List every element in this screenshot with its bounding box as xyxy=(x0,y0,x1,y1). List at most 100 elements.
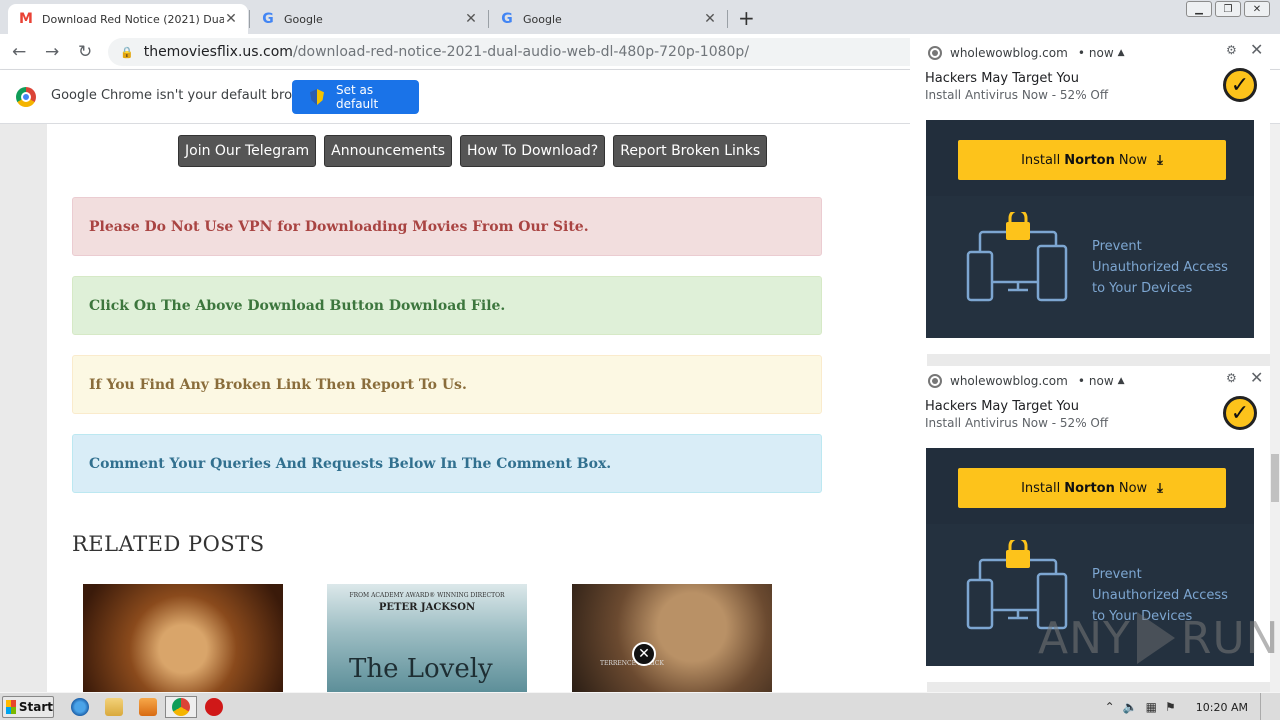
close-tab-icon[interactable]: ✕ xyxy=(464,11,478,27)
google-icon: G xyxy=(501,11,513,27)
system-tray: ⌃ 🔈 ▦ ⚑ 10:20 AM xyxy=(1105,693,1280,720)
media-player-icon[interactable] xyxy=(139,698,157,716)
install-norton-button[interactable]: Install Norton Now ⤓ xyxy=(958,468,1226,508)
notification-site: wholewowblog.com xyxy=(950,46,1068,60)
tab-google-2[interactable]: G Google ✕ xyxy=(489,4,727,34)
tray-expand-icon[interactable]: ⌃ xyxy=(1105,700,1115,714)
set-as-default-label: Set as default xyxy=(335,83,379,111)
chrome-icon xyxy=(172,698,190,716)
notification-header: wholewowblog.com • now ▲ xyxy=(928,46,1125,60)
desktop: { "browser": { "tabs": [ {"title": "Down… xyxy=(0,0,1280,720)
close-icon[interactable]: ✕ xyxy=(1250,40,1263,59)
start-label: Start xyxy=(18,700,53,714)
gear-icon[interactable]: ⚙ xyxy=(1226,371,1237,385)
start-button[interactable]: Start xyxy=(2,696,54,718)
notification-body: Install Antivirus Now - 52% Off xyxy=(925,416,1109,430)
windows-flag-icon xyxy=(6,700,16,714)
new-tab-button[interactable]: + xyxy=(738,6,755,30)
prevent-line: Prevent xyxy=(1092,567,1142,582)
play-icon xyxy=(1136,612,1175,664)
infobar-message: Google Chrome isn't your default browser xyxy=(51,88,323,103)
volume-icon[interactable]: 🔈 xyxy=(1123,700,1138,714)
restore-button[interactable]: ❐ xyxy=(1215,1,1241,17)
notification-time: now xyxy=(1088,374,1114,388)
reload-icon[interactable]: ↻ xyxy=(78,42,92,62)
m-icon: M xyxy=(19,11,33,27)
watermark-left: ANY xyxy=(1038,612,1131,664)
install-label: Install xyxy=(1021,152,1061,168)
poster-director: PETER JACKSON xyxy=(378,602,476,613)
join-telegram-button[interactable]: Join Our Telegram xyxy=(178,135,317,167)
action-center-icon[interactable]: ⚑ xyxy=(1165,700,1176,714)
tab-title: Download Red Notice (2021) Dual Au xyxy=(42,12,224,26)
related-post-thumbnail[interactable]: FROM ACADEMY AWARD® WINNING DIRECTOR PET… xyxy=(327,584,527,692)
download-icon: ⤓ xyxy=(1157,152,1163,168)
forward-arrow-icon[interactable]: → xyxy=(45,42,59,62)
page-scrollbar[interactable] xyxy=(1270,124,1280,692)
back-arrow-icon[interactable]: ← xyxy=(12,42,26,62)
network-icon[interactable]: ▦ xyxy=(1146,700,1157,714)
close-window-button[interactable]: ✕ xyxy=(1244,1,1270,17)
prevent-line: Unauthorized Access xyxy=(1092,588,1228,603)
download-alert: Click On The Above Download Button Downl… xyxy=(72,276,822,335)
uac-shield-icon xyxy=(310,89,324,105)
poster-tagline: FROM ACADEMY AWARD® WINNING DIRECTOR xyxy=(349,592,505,599)
download-icon: ⤓ xyxy=(1157,480,1163,496)
install-norton-button[interactable]: Install Norton Now ⤓ xyxy=(958,140,1226,180)
gear-icon[interactable]: ⚙ xyxy=(1226,43,1237,57)
chrome-taskbar-button[interactable] xyxy=(165,696,197,718)
announcements-button[interactable]: Announcements xyxy=(324,135,453,167)
tab-google-1[interactable]: G Google ✕ xyxy=(250,4,488,34)
opera-icon[interactable] xyxy=(205,698,223,716)
now-label: Now xyxy=(1118,152,1148,168)
window-controls: ▁ ❐ ✕ xyxy=(1186,1,1270,17)
separator-dot: • xyxy=(1077,374,1085,388)
anyrun-watermark: ANY RUN xyxy=(1038,612,1280,664)
scrollbar-thumb[interactable] xyxy=(1271,454,1279,502)
tab-title: Google xyxy=(284,12,323,26)
push-notification[interactable]: wholewowblog.com • now ▲ ⚙ ✕ Hackers May… xyxy=(910,38,1270,354)
taskbar: Start ⌃ 🔈 ▦ ⚑ 10:20 AM xyxy=(0,692,1280,720)
set-as-default-button[interactable]: Set as default xyxy=(292,80,419,114)
norton-check-icon: ✓ xyxy=(1223,68,1257,102)
prevent-line: to Your Devices xyxy=(1092,281,1193,296)
brand-label: Norton xyxy=(1064,152,1115,168)
report-broken-links-button[interactable]: Report Broken Links xyxy=(613,135,768,167)
install-label: Install xyxy=(1021,480,1061,496)
show-desktop-button[interactable] xyxy=(1260,693,1272,720)
devices-lock-icon xyxy=(966,212,1068,302)
url-path: /download-red-notice-2021-dual-audio-web… xyxy=(292,44,750,60)
tab-title: Google xyxy=(523,12,562,26)
related-posts-heading: RELATED POSTS xyxy=(72,532,265,556)
close-ad-icon[interactable]: ✕ xyxy=(632,642,656,666)
norton-check-icon: ✓ xyxy=(1223,396,1257,430)
notification-site: wholewowblog.com xyxy=(950,374,1068,388)
vpn-alert: Please Do Not Use VPN for Downloading Mo… xyxy=(72,197,822,256)
notification-image[interactable]: Install Norton Now ⤓ Prevent Unauthorize… xyxy=(926,120,1254,338)
chevron-up-icon[interactable]: ▲ xyxy=(1118,48,1125,58)
notification-time: now xyxy=(1088,46,1114,60)
internet-explorer-icon[interactable] xyxy=(71,698,89,716)
broken-link-alert: If You Find Any Broken Link Then Report … xyxy=(72,355,822,414)
prevent-line: Unauthorized Access xyxy=(1092,260,1228,275)
close-tab-icon[interactable]: ✕ xyxy=(703,11,717,27)
prevent-text: Prevent Unauthorized Access to Your Devi… xyxy=(1092,236,1228,299)
folder-icon[interactable] xyxy=(105,698,123,716)
related-post-thumbnail[interactable] xyxy=(83,584,283,692)
notification-body: Install Antivirus Now - 52% Off xyxy=(925,88,1109,102)
google-icon: G xyxy=(262,11,274,27)
poster-credit: TERRENCE MALICK xyxy=(600,660,664,667)
clock[interactable]: 10:20 AM xyxy=(1196,701,1248,714)
how-to-download-button[interactable]: How To Download? xyxy=(460,135,606,167)
minimize-button[interactable]: ▁ xyxy=(1186,1,1212,17)
close-tab-icon[interactable]: ✕ xyxy=(224,11,238,27)
brand-label: Norton xyxy=(1064,480,1115,496)
related-post-thumbnail[interactable]: TERRENCE MALICK ✕ xyxy=(572,584,772,692)
close-icon[interactable]: ✕ xyxy=(1250,368,1263,387)
separator-dot: • xyxy=(1077,46,1085,60)
tab-download-red-notice[interactable]: M Download Red Notice (2021) Dual Au ✕ xyxy=(8,4,248,34)
chevron-up-icon[interactable]: ▲ xyxy=(1118,376,1125,386)
notification-title: Hackers May Target You xyxy=(925,71,1079,86)
page-content: Join Our Telegram Announcements How To D… xyxy=(47,124,927,692)
watermark-right: RUN xyxy=(1180,612,1280,664)
